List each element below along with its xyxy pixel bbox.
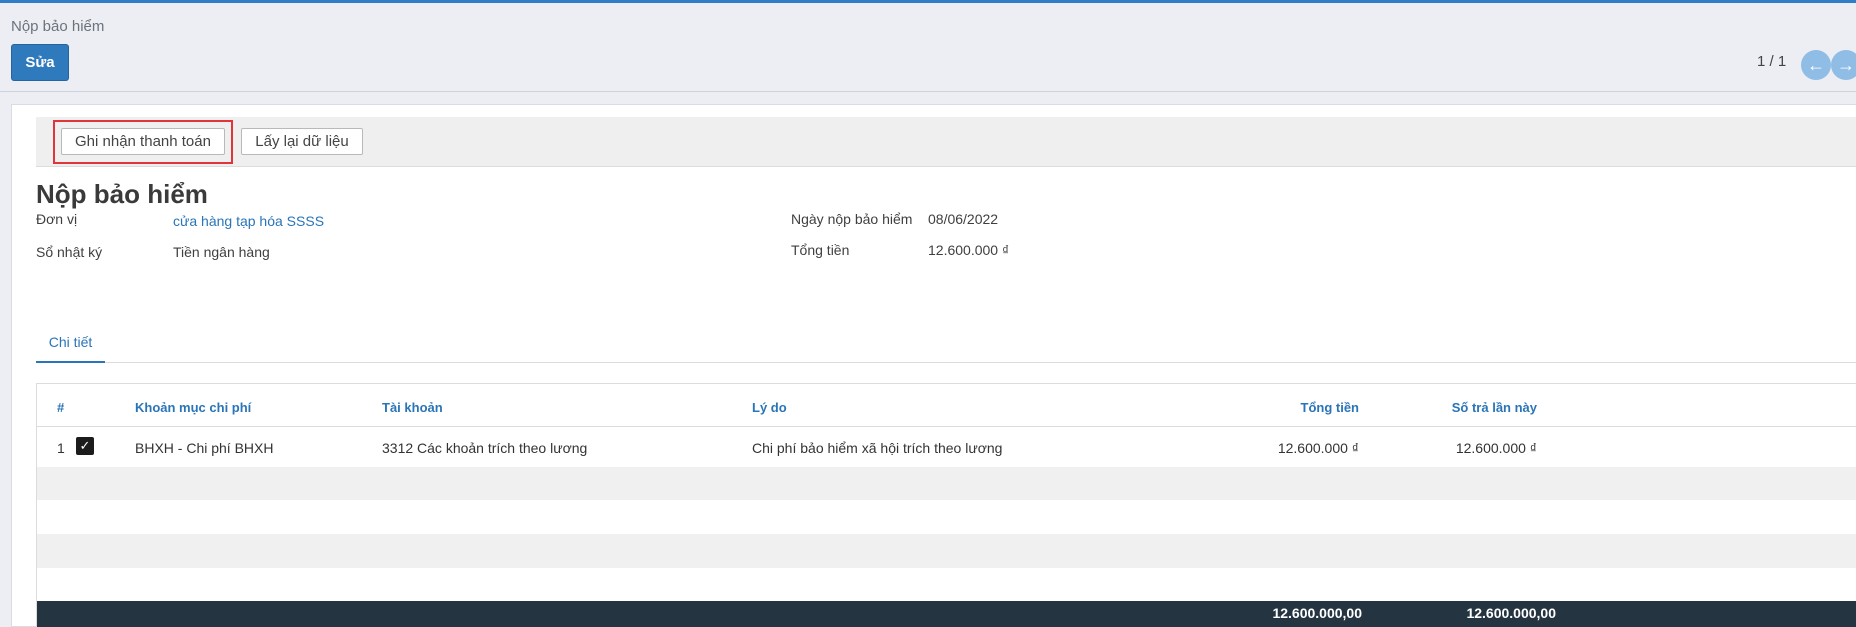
form-title: Nộp bảo hiểm [36, 179, 208, 209]
date-label: Ngày nộp bảo hiểm [791, 211, 913, 227]
arrow-right-icon[interactable]: → [1831, 50, 1856, 80]
table-row [37, 534, 1856, 568]
unit-label: Đơn vị [36, 211, 78, 227]
row-paid-now: 12.600.000 ₫ [1455, 440, 1537, 456]
table-row[interactable]: 1 ✓ BHXH - Chi phí BHXH 3312 Các khoản t… [37, 427, 1856, 467]
column-header-paid-now[interactable]: Số trả lần này [1397, 400, 1537, 415]
date-field[interactable]: 08/06/2022 [928, 211, 998, 227]
row-expense-item: BHXH - Chi phí BHXH [135, 440, 274, 456]
highlight-annotation [53, 120, 233, 164]
breadcrumb[interactable]: Nộp bảo hiểm [11, 18, 104, 35]
arrow-left-icon[interactable]: ← [1801, 50, 1831, 80]
tab-bar: Chi tiết [36, 330, 1856, 363]
unit-field[interactable]: cửa hàng tạp hóa SSSS [173, 213, 324, 229]
total-label: Tổng tiền [791, 242, 850, 258]
column-header-total[interactable]: Tổng tiền [1217, 400, 1360, 415]
footer-total: 12.600.000,00 [1272, 605, 1362, 621]
column-header-reason[interactable]: Lý do [752, 400, 787, 415]
edit-button[interactable]: Sửa [11, 44, 69, 81]
row-total: 12.600.000 ₫ [1277, 440, 1359, 456]
form-sheet: Ghi nhận thanh toán Lấy lại dữ liệu Nộp … [11, 104, 1856, 627]
row-account: 3312 Các khoản trích theo lương [382, 440, 588, 456]
control-panel: Nộp bảo hiểm Sửa 1 / 1 ← → [0, 3, 1856, 92]
row-checkbox[interactable]: ✓ [76, 437, 94, 455]
table-footer: 12.600.000,00 12.600.000,00 [37, 601, 1856, 627]
column-header-expense-item[interactable]: Khoản mục chi phí [135, 400, 251, 415]
journal-label: Sổ nhật ký [36, 244, 103, 260]
journal-field[interactable]: Tiền ngân hàng [173, 244, 270, 260]
column-header-account[interactable]: Tài khoản [382, 400, 443, 415]
row-index: 1 [57, 440, 65, 456]
row-reason: Chi phí bảo hiểm xã hội trích theo lương [752, 440, 1003, 456]
table-row [37, 500, 1856, 534]
tab-details[interactable]: Chi tiết [36, 330, 105, 363]
pager-value[interactable]: 1 / 1 [1757, 53, 1786, 70]
total-field: 12.600.000 ₫ [928, 242, 1010, 258]
details-table: # Khoản mục chi phí Tài khoản Lý do Tổng… [36, 383, 1856, 627]
column-header-index[interactable]: # [57, 400, 64, 415]
form-statusbar: Ghi nhận thanh toán Lấy lại dữ liệu [36, 117, 1856, 167]
reload-data-button[interactable]: Lấy lại dữ liệu [241, 128, 363, 155]
table-header: # Khoản mục chi phí Tài khoản Lý do Tổng… [37, 384, 1856, 427]
footer-paid-now: 12.600.000,00 [1466, 605, 1556, 621]
